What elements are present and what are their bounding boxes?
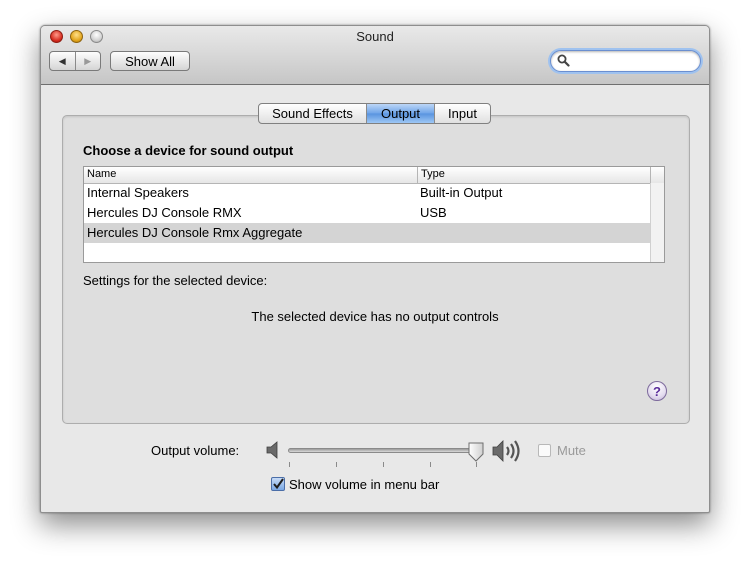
tab-output[interactable]: Output bbox=[366, 104, 434, 123]
checkmark-icon bbox=[273, 478, 284, 490]
device-row[interactable]: Hercules DJ Console RMX USB bbox=[84, 203, 650, 223]
device-type: Built-in Output bbox=[420, 185, 503, 200]
help-button[interactable]: ? bbox=[647, 381, 667, 401]
column-header-name[interactable]: Name bbox=[87, 168, 116, 180]
back-button[interactable]: ◀ bbox=[50, 52, 75, 70]
tab-content-panel bbox=[62, 115, 690, 424]
no-controls-message: The selected device has no output contro… bbox=[251, 309, 499, 324]
speaker-high-icon bbox=[492, 440, 520, 462]
mute-label: Mute bbox=[557, 443, 586, 458]
speaker-low-icon bbox=[266, 441, 278, 459]
back-forward-buttons: ◀ ▶ bbox=[49, 51, 101, 71]
slider-tick bbox=[289, 462, 290, 467]
slider-tick bbox=[476, 462, 477, 467]
search-field[interactable] bbox=[550, 50, 701, 72]
tab-input[interactable]: Input bbox=[434, 104, 490, 123]
output-volume-slider[interactable] bbox=[288, 448, 478, 453]
device-name: Internal Speakers bbox=[87, 185, 189, 200]
sound-preferences-window: Sound ◀ ▶ Show All Sound Effects Output … bbox=[40, 25, 710, 513]
slider-tick bbox=[383, 462, 384, 467]
table-header-corner bbox=[650, 167, 664, 183]
column-divider bbox=[417, 167, 418, 183]
pane-tabs: Sound Effects Output Input bbox=[258, 103, 491, 124]
show-volume-in-menu-bar-label: Show volume in menu bar bbox=[289, 477, 440, 492]
column-header-type[interactable]: Type bbox=[421, 168, 445, 180]
slider-tick bbox=[336, 462, 337, 467]
output-heading: Choose a device for sound output bbox=[83, 143, 294, 158]
mute-checkbox[interactable] bbox=[538, 444, 551, 457]
show-all-button[interactable]: Show All bbox=[110, 51, 190, 71]
volume-slider-ticks bbox=[288, 462, 478, 467]
device-type: USB bbox=[420, 205, 447, 220]
device-name: Hercules DJ Console RMX bbox=[87, 205, 242, 220]
search-icon bbox=[557, 54, 570, 67]
help-icon: ? bbox=[653, 383, 661, 399]
table-scrollbar[interactable] bbox=[650, 183, 664, 262]
forward-button[interactable]: ▶ bbox=[74, 52, 101, 70]
device-row-selected[interactable]: Hercules DJ Console Rmx Aggregate bbox=[84, 223, 650, 243]
search-input[interactable] bbox=[575, 53, 693, 69]
volume-slider-thumb[interactable] bbox=[468, 442, 484, 462]
table-header: Name Type bbox=[84, 167, 650, 184]
output-volume-label: Output volume: bbox=[151, 443, 240, 458]
window-title: Sound bbox=[356, 29, 394, 44]
slider-tick bbox=[430, 462, 431, 467]
device-row[interactable]: Internal Speakers Built-in Output bbox=[84, 183, 650, 203]
title-bar: Sound ◀ ▶ Show All bbox=[41, 26, 709, 85]
settings-label: Settings for the selected device: bbox=[83, 273, 268, 288]
show-volume-in-menu-bar-checkbox[interactable] bbox=[271, 477, 285, 491]
output-device-table[interactable]: Name Type Internal Speakers Built-in Out… bbox=[83, 166, 665, 263]
tab-sound-effects[interactable]: Sound Effects bbox=[259, 104, 366, 123]
device-name: Hercules DJ Console Rmx Aggregate bbox=[87, 225, 303, 240]
